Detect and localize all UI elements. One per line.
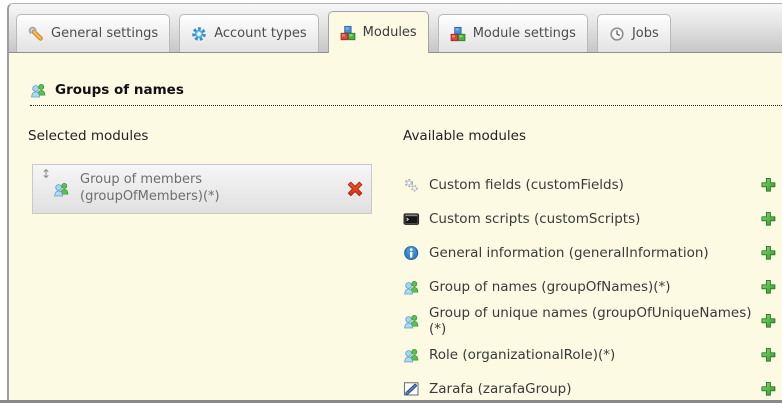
add-plus-icon — [760, 279, 777, 295]
tab-label: Jobs — [632, 26, 659, 41]
settings-window: General settings Account types — [7, 3, 782, 400]
add-module-button[interactable] — [760, 279, 777, 295]
group-icon — [403, 347, 420, 363]
available-module-label: Group of unique names (groupOfUniqueName… — [429, 305, 760, 337]
tab-jobs[interactable]: Jobs — [597, 14, 671, 52]
group-icon — [403, 313, 420, 329]
terminal-icon — [403, 211, 420, 227]
tab-account-types[interactable]: Account types — [179, 14, 318, 52]
add-module-button[interactable] — [760, 211, 777, 227]
add-plus-icon — [760, 211, 777, 227]
add-module-button[interactable] — [760, 177, 777, 193]
available-module-label: Zarafa (zarafaGroup) — [429, 381, 572, 397]
available-module-row: Group of names (groupOfNames)(*) — [403, 270, 777, 304]
gears-icon — [403, 177, 420, 193]
selected-module-item[interactable]: ↕ Group of members (groupOfMembers)(*) — [32, 164, 372, 214]
available-module-row: General information (generalInformation) — [403, 236, 777, 270]
add-module-button[interactable] — [760, 245, 777, 261]
available-module-row: Custom scripts (customScripts) — [403, 202, 777, 236]
tab-label: Modules — [363, 25, 417, 40]
add-plus-icon — [760, 381, 777, 397]
add-module-button[interactable] — [760, 347, 777, 363]
modules-cubes-icon — [450, 26, 466, 42]
selected-module-label: Group of members (groupOfMembers)(*) — [80, 172, 255, 206]
info-icon — [403, 245, 420, 261]
tab-label: General settings — [51, 26, 158, 41]
available-module-label: Custom scripts (customScripts) — [429, 211, 640, 227]
available-module-row: Role (organizationalRole)(*) — [403, 338, 777, 372]
delete-cross-icon — [345, 180, 365, 199]
add-plus-icon — [760, 313, 777, 329]
tab-general-settings[interactable]: General settings — [16, 14, 170, 52]
modules-cubes-icon — [340, 25, 356, 41]
wrench-icon — [28, 26, 44, 42]
group-icon — [53, 181, 70, 197]
add-module-button[interactable] — [760, 313, 777, 329]
available-modules-list: Custom fields (customFields) — [403, 168, 777, 400]
selected-modules-label: Selected modules — [28, 128, 148, 144]
tab-modules[interactable]: Modules — [328, 11, 429, 53]
drag-handle[interactable]: ↕ — [41, 168, 51, 180]
tab-label: Account types — [214, 26, 306, 41]
available-modules-label: Available modules — [403, 128, 526, 144]
gear-icon — [191, 26, 207, 42]
available-module-row: Zarafa (zarafaGroup) — [403, 372, 777, 400]
section-heading: Groups of names — [30, 82, 782, 106]
section-title: Groups of names — [55, 82, 184, 98]
tab-bar: General settings Account types — [9, 4, 782, 53]
group-icon — [403, 279, 420, 295]
tab-module-settings[interactable]: Module settings — [438, 14, 588, 52]
available-module-label: Role (organizationalRole)(*) — [429, 347, 615, 363]
add-plus-icon — [760, 347, 777, 363]
modules-tab-content: Groups of names Selected modules Availab… — [9, 53, 782, 400]
tab-label: Module settings — [473, 26, 576, 41]
group-icon — [30, 82, 47, 98]
remove-module-button[interactable] — [345, 180, 365, 199]
available-module-label: General information (generalInformation) — [429, 245, 709, 261]
zarafa-icon — [403, 381, 420, 397]
available-module-row: Group of unique names (groupOfUniqueName… — [403, 304, 777, 338]
available-module-label: Group of names (groupOfNames)(*) — [429, 279, 671, 295]
available-module-row: Custom fields (customFields) — [403, 168, 777, 202]
clock-icon — [609, 26, 625, 42]
add-module-button[interactable] — [760, 381, 777, 397]
available-module-label: Custom fields (customFields) — [429, 177, 624, 193]
add-plus-icon — [760, 245, 777, 261]
add-plus-icon — [760, 177, 777, 193]
